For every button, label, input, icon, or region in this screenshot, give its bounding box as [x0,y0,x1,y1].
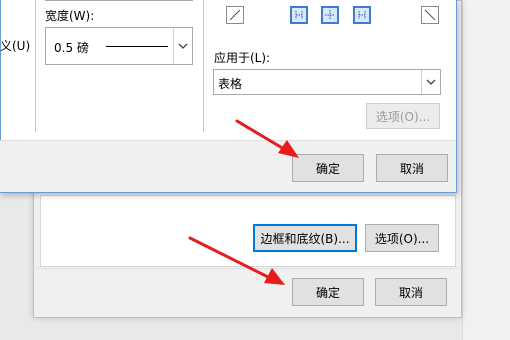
annotation-arrows [188,119,299,285]
arrow-to-outer-ok-icon [188,236,285,285]
arrow-to-inner-ok-icon [235,119,299,158]
